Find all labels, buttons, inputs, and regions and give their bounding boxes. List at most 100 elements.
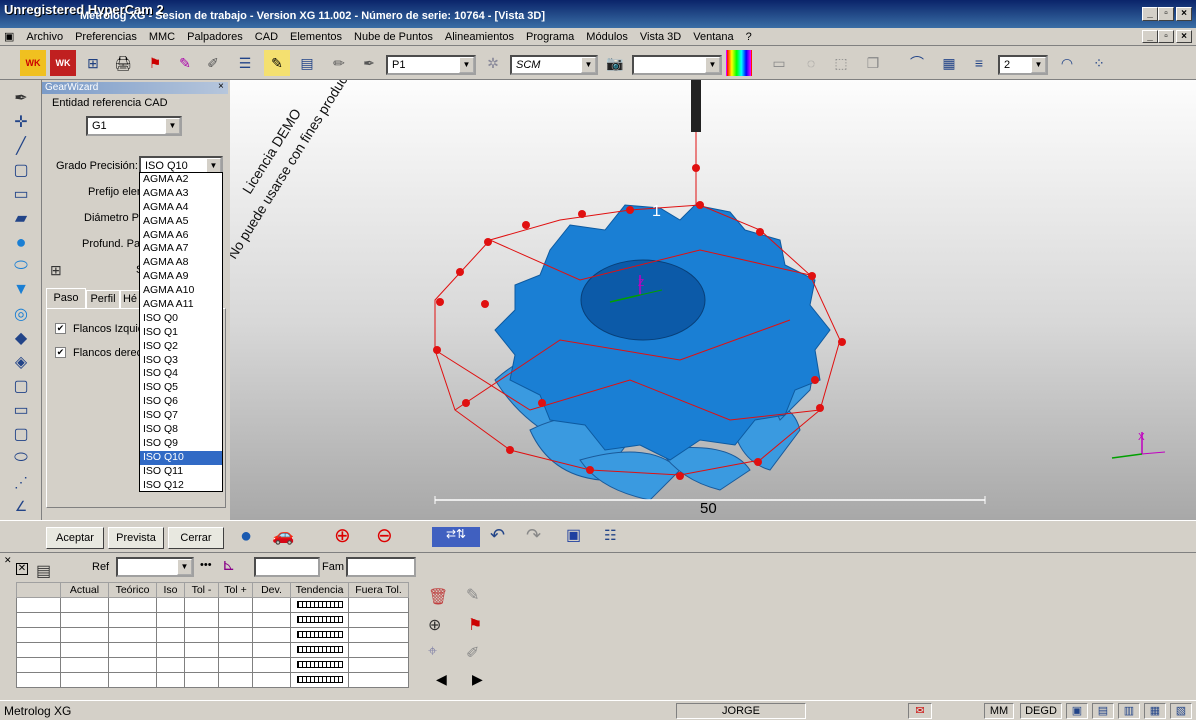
torus-icon[interactable]: ◎ [8,304,34,324]
status-mode-icon[interactable]: ▣ [1066,703,1088,719]
zoom-in-icon[interactable]: ⊕ [334,523,351,548]
precision-option[interactable]: AGMA A8 [140,256,222,270]
cube-icon[interactable]: ▣ [566,525,581,545]
column-header[interactable] [16,582,61,598]
panel-close-icon[interactable]: × [218,81,224,92]
more-icon[interactable]: ••• [200,559,212,571]
precision-option[interactable]: AGMA A2 [140,173,222,187]
printer-icon[interactable]: 🖨 [110,50,136,76]
target-result-icon[interactable]: ⌖ [428,643,437,661]
probe-select[interactable]: P1 ▼ [386,55,476,75]
stylus-icon[interactable]: ✐ [200,50,226,76]
precision-option[interactable]: ISO Q6 [140,395,222,409]
menu-archivo[interactable]: Archivo [20,29,69,45]
column-header[interactable]: Dev. [252,582,291,598]
accept-button[interactable]: Aceptar [46,527,104,549]
zoom-window-icon[interactable]: ⬚ [828,50,854,76]
precision-option[interactable]: ISO Q12 [140,479,222,493]
car-icon[interactable]: 🚗 [272,525,294,546]
status-machine-icon[interactable]: ▥ [1118,703,1140,719]
menu-vista-3d[interactable]: Vista 3D [634,29,687,45]
line-icon[interactable]: ╱ [8,136,34,156]
tab-paso[interactable]: Paso [46,288,86,308]
precision-option[interactable]: ISO Q7 [140,409,222,423]
status-link-icon[interactable]: ▦ [1144,703,1166,719]
table-row[interactable] [16,672,409,688]
menu-nube-de-puntos[interactable]: Nube de Puntos [348,29,439,45]
wk-icon[interactable]: WK [20,50,46,76]
gear-add-icon[interactable]: ⊞ [50,262,62,279]
column-header[interactable]: Fuera Tol. [348,582,409,598]
count-select[interactable]: 2 ▼ [998,55,1048,75]
doc-minimize-button[interactable]: _ [1142,30,1158,43]
precision-option[interactable]: ISO Q4 [140,367,222,381]
rectangle-icon[interactable]: ▢ [8,424,34,444]
view-settings-icon[interactable]: ☷ [604,527,617,544]
table-row[interactable] [16,627,409,643]
table-row[interactable] [16,612,409,628]
precision-option[interactable]: AGMA A4 [140,201,222,215]
cylinder-icon[interactable]: ⬭ [8,256,34,276]
circle-icon[interactable]: ▢ [8,160,34,180]
left-flanks-checkbox[interactable]: ✔ [55,323,66,334]
report-icon[interactable]: ▤ [36,561,51,581]
precision-option[interactable]: ISO Q1 [140,326,222,340]
precision-option[interactable]: ISO Q11 [140,465,222,479]
status-units[interactable]: MM [984,703,1014,719]
surface-icon[interactable]: ⌒ [904,50,930,76]
precision-option[interactable]: AGMA A6 [140,229,222,243]
axis-field[interactable] [254,557,320,577]
precision-option[interactable]: AGMA A10 [140,284,222,298]
menu-elementos[interactable]: Elementos [284,29,348,45]
3d-viewport[interactable]: Z 1 50 X Licencia DEMO No puede usarse c… [230,80,1196,520]
column-header[interactable]: Tendencia [290,582,349,598]
note-icon[interactable]: ✎ [264,50,290,76]
edit-icon[interactable]: ✎ [466,585,479,605]
maximize-button[interactable]: ▫ [1158,7,1174,21]
close-results-icon[interactable]: ✕ [16,563,28,575]
camera-icon[interactable]: 📷 [602,50,628,76]
precision-option[interactable]: AGMA A11 [140,298,222,312]
ellipse-icon[interactable]: ⬭ [8,448,34,468]
probe-tip-icon[interactable]: ✒ [356,50,382,76]
slot-icon[interactable]: ▭ [8,184,34,204]
doc-close-button[interactable]: × [1176,30,1192,43]
point-icon[interactable]: ✛ [8,112,34,132]
probe-pen-icon[interactable]: ✒ [8,88,34,108]
table-row[interactable] [16,657,409,673]
precision-option[interactable]: ISO Q10 [140,450,222,465]
doc-restore-button[interactable]: ▫ [1158,30,1174,43]
menu-alineamientos[interactable]: Alineamientos [439,29,520,45]
surface-point-icon[interactable]: ◈ [8,352,34,372]
document-icon[interactable]: ▤ [294,50,320,76]
rectangle-select-icon[interactable]: ▭ [766,50,792,76]
status-net-icon[interactable]: ▧ [1170,703,1192,719]
delete-icon[interactable]: 🗑 [428,587,448,607]
menu-?[interactable]: ? [740,29,758,45]
precision-option[interactable]: ISO Q8 [140,423,222,437]
menu-m-dulos[interactable]: Módulos [580,29,634,45]
precision-dropdown-list[interactable]: AGMA A2 AGMA A3 AGMA A4 AGMA A5 AGMA A6 AGMA … [139,172,223,492]
lasso-icon[interactable]: ◌ [798,50,824,76]
prev-icon[interactable]: ◀ [436,671,447,688]
column-header[interactable]: Tol + [218,582,253,598]
angle-icon[interactable]: ∠ [8,496,34,516]
layers-icon[interactable]: ❐ [860,50,886,76]
wk-save-icon[interactable]: WK [50,50,76,76]
cancel-button[interactable]: Cerrar [168,527,224,549]
close-window-button[interactable]: × [1176,7,1192,21]
ref-select[interactable]: ▼ [116,557,194,577]
menu-palpadores[interactable]: Palpadores [181,29,249,45]
next-icon[interactable]: ▶ [472,671,483,688]
cone-icon[interactable]: ▼ [8,280,34,300]
sphere-icon[interactable]: ● [8,232,34,252]
minimize-button[interactable]: _ [1142,7,1158,21]
probe-config-icon[interactable]: ✲ [480,50,506,76]
flag-result-icon[interactable]: ⚑ [468,615,482,635]
rotate-right-icon[interactable]: ↷ [526,525,541,546]
column-header[interactable]: Tol - [184,582,219,598]
color-palette-icon[interactable] [726,50,752,76]
precision-option[interactable]: ISO Q3 [140,354,222,368]
dome-icon[interactable]: ◠ [1054,50,1080,76]
menu-programa[interactable]: Programa [520,29,580,45]
